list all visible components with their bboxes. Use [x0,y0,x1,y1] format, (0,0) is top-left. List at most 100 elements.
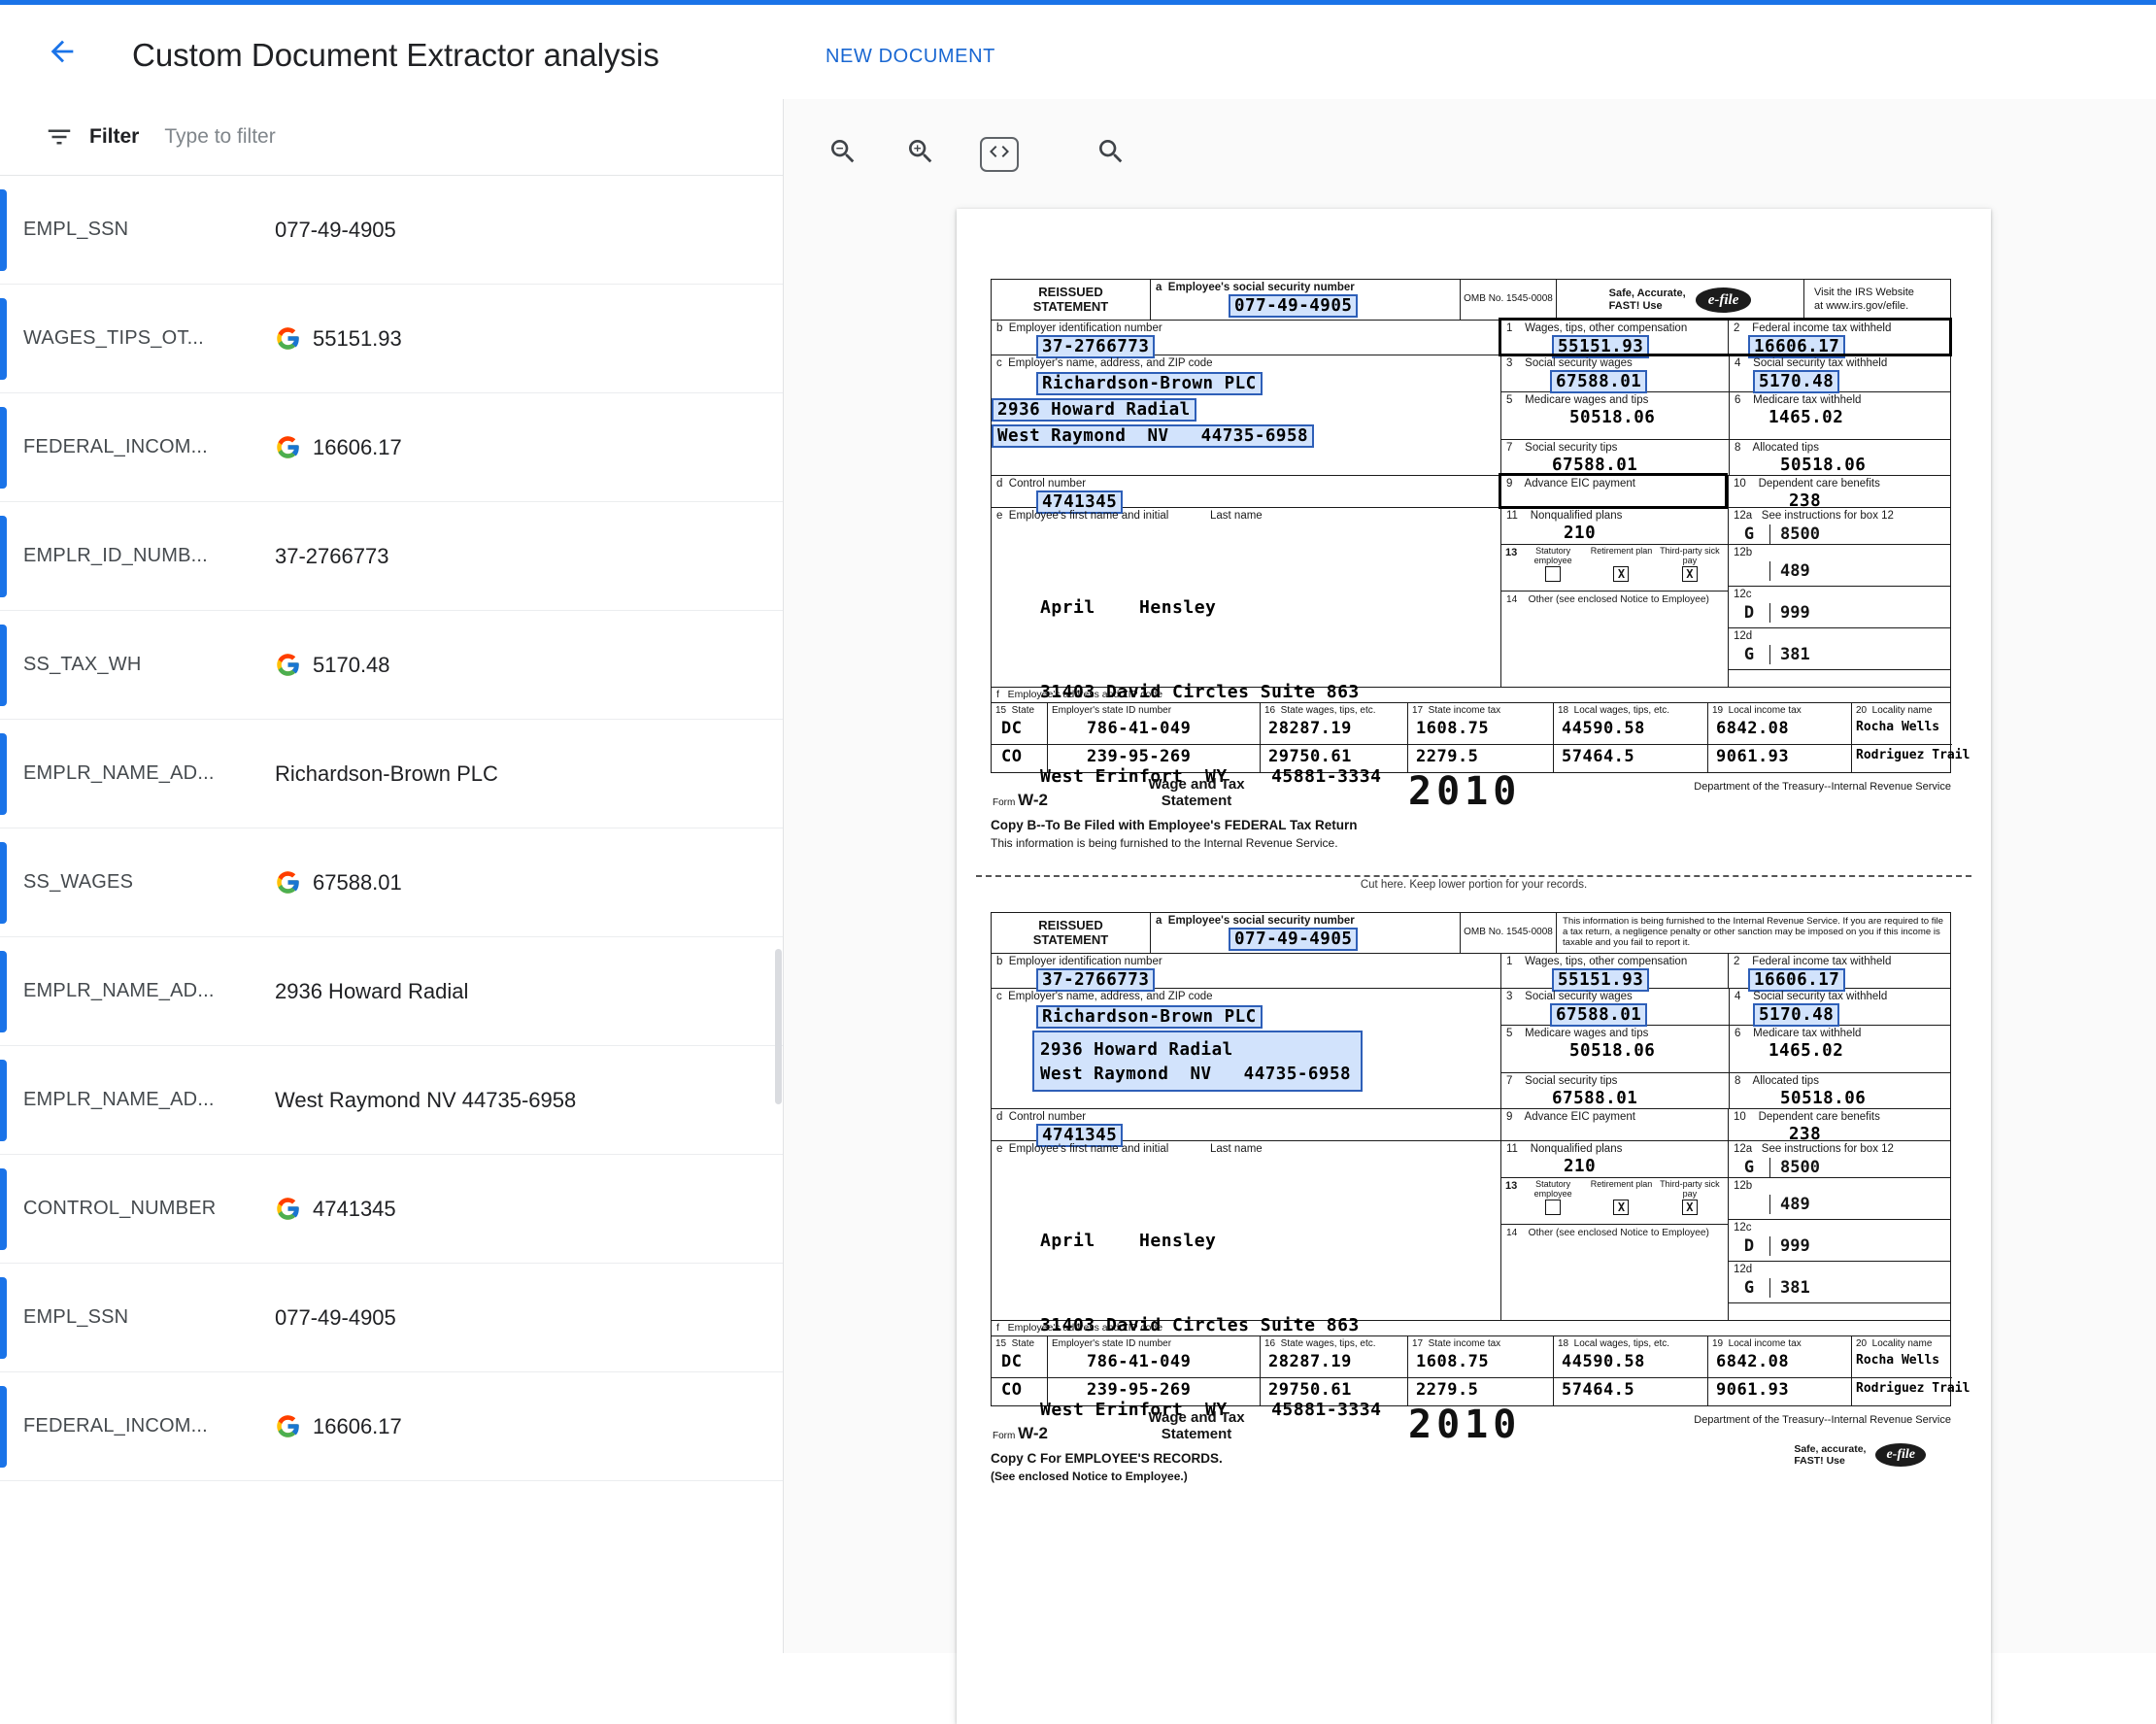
field-row[interactable]: EMPLR_NAME_AD...2936 Howard Radial [0,937,783,1046]
w2-copy-c-slot: REISSUED STATEMENT a Employee's social s… [991,912,1951,1519]
google-icon [275,1196,301,1222]
w2-label: 13 [1505,1180,1517,1192]
w2-employer-addr2-value[interactable]: West Raymond NV 44735-6958 [1040,1065,1351,1084]
w2-label: 13 [1505,547,1517,558]
document-viewer-panel: REISSUED STATEMENT a Employee's social s… [783,99,2156,1653]
w2-state-cell: Rodriguez Trail [1851,1378,1952,1405]
w2-ssn-value[interactable]: 077-49-4905 [1229,294,1358,318]
google-icon [275,1413,301,1439]
w2-employer-addr1-value[interactable]: 2936 Howard Radial [1040,1040,1233,1060]
w2-state-cell: 2279.5 [1407,1378,1553,1405]
w2-box4-value[interactable]: 5170.48 [1753,1003,1839,1027]
statutory-employee-checkbox [1545,1200,1561,1215]
w2-label: c Employer's name, address, and ZIP code [992,989,1500,1003]
w2-label: 2 Federal income tax withheld [1729,954,1950,968]
w2-state-cell: CO [992,745,1047,772]
filter-input[interactable] [164,125,572,149]
w2-box-4: 4 Social security tax withheld 5170.48 [1729,989,1950,1025]
w2-label: 9 Advance EIC payment [1501,1109,1728,1124]
w2-tax-year: 2010 [1408,1403,1521,1447]
w2-form-label: Form W-2 [993,1424,1048,1443]
w2-box12a-value: 8500 [1769,1158,1950,1177]
w2-box-5: 5 Medicare wages and tips 50518.06 [1501,392,1729,439]
viewer-toolbar [784,99,1170,209]
w2-box-14: 14 Other (see enclosed Notice to Employe… [1501,591,1728,687]
fields-scrollbar[interactable] [775,949,782,1104]
w2-employer-addr1-value[interactable]: 2936 Howard Radial [992,398,1196,422]
w2-label: 5 Medicare wages and tips [1501,392,1729,407]
field-row[interactable]: EMPLR_ID_NUMB...37-2766773 [0,502,783,611]
w2-label: 6 Medicare tax withheld [1730,1026,1950,1040]
field-accent-bar [0,733,7,815]
field-name: FEDERAL_INCOM... [23,436,266,458]
back-button[interactable] [43,34,82,73]
field-row[interactable]: EMPLR_NAME_AD...Richardson-Brown PLC [0,720,783,828]
w2-employer-addr2-value[interactable]: West Raymond NV 44735-6958 [992,424,1314,448]
field-name: FEDERAL_INCOM... [23,1415,266,1437]
google-icon [275,325,301,352]
w2-box-12b: 12b 489 [1729,1177,1950,1219]
w2-label: 15 State [992,1336,1047,1350]
field-row[interactable]: CONTROL_NUMBER 4741345 [0,1155,783,1264]
field-row[interactable]: SS_WAGES67588.01 [0,828,783,937]
field-accent-bar [0,189,7,271]
w2-label: 17 State income tax [1407,1336,1553,1350]
app-header: Custom Document Extractor analysis NEW D… [0,5,2156,99]
new-document-button[interactable]: NEW DOCUMENT [825,46,995,68]
field-row[interactable]: FEDERAL_INCOM... 16606.17 [0,393,783,502]
field-value: 55151.93 [275,325,402,352]
w2-box-4: 4 Social security tax withheld 5170.48 [1729,355,1950,391]
w2-copy-subtext: This information is being furnished to t… [991,836,1951,850]
field-row[interactable]: EMPL_SSN077-49-4905 [0,1264,783,1372]
w2-box4-value[interactable]: 5170.48 [1753,370,1839,393]
field-name: EMPLR_ID_NUMB... [23,545,266,567]
field-row[interactable]: WAGES_TIPS_OT...55151.93 [0,285,783,393]
w2-box3-value[interactable]: 67588.01 [1550,1003,1647,1027]
field-row[interactable]: EMPL_SSN077-49-4905 [0,176,783,285]
w2-ssn-value[interactable]: 077-49-4905 [1229,928,1358,951]
w2-box-d-control: d Control number 4741345 [992,1109,1500,1140]
w2-label: Last name [1205,1141,1266,1156]
w2-box-d-control: d Control number 4741345 [992,476,1500,507]
w2-efile-block: Safe, Accurate, FAST! Use e-file Visit t… [1557,280,1950,320]
w2-label: c Employer's name, address, and ZIP code [992,355,1500,370]
w2-label: 12c [1729,587,1950,601]
w2-label: Last name [1205,508,1266,523]
w2-label: Third-party sick pay [1656,547,1724,565]
w2-employer-name-value[interactable]: Richardson-Brown PLC [1036,1005,1263,1029]
zoom-out-button[interactable] [825,136,861,173]
w2-label: 1 Wages, tips, other compensation [1501,321,1728,335]
w2-employer-address-block: 2936 Howard Radial West Raymond NV 44735… [1032,1031,1363,1092]
zoom-in-icon [905,136,936,172]
w2-box3-value[interactable]: 67588.01 [1550,370,1647,393]
search-button[interactable] [1093,136,1129,173]
cut-line [976,875,1971,877]
w2-box-12a: 12a See instructions for box 12 G8500 [1729,508,1950,544]
w2-box-1: 1 Wages, tips, other compensation 55151.… [1500,321,1728,355]
field-name: SS_TAX_WH [23,654,266,676]
field-row[interactable]: EMPLR_NAME_AD...West Raymond NV 44735-69… [0,1046,783,1155]
w2-box-12b: 12b 489 [1729,544,1950,586]
field-value: West Raymond NV 44735-6958 [275,1088,576,1113]
w2-label: 6 Medicare tax withheld [1730,392,1950,407]
field-value: 16606.17 [275,434,402,460]
w2-label: 8 Allocated tips [1730,440,1950,455]
w2-label: 19 Local income tax [1707,1336,1851,1350]
w2-box-5: 5 Medicare wages and tips 50518.06 [1501,1026,1729,1072]
w2-box12b-value: 489 [1769,1195,1950,1214]
google-icon [275,869,301,896]
field-row[interactable]: FEDERAL_INCOM...16606.17 [0,1372,783,1481]
w2-label: d Control number [992,476,1500,490]
w2-state-cell: 6842.08 [1707,717,1851,745]
field-name: CONTROL_NUMBER [23,1198,266,1220]
w2-employer-name-value[interactable]: Richardson-Brown PLC [1036,372,1263,395]
w2-label: 7 Social security tips [1501,440,1729,455]
json-view-button[interactable] [980,137,1019,172]
w2-box-12c: 12c D999 [1729,1219,1950,1261]
field-row[interactable]: SS_TAX_WH5170.48 [0,611,783,720]
w2-state-cell: 9061.93 [1707,1378,1851,1405]
w2-table: REISSUED STATEMENT a Employee's social s… [991,912,1951,1406]
field-value: 4741345 [275,1196,396,1222]
w2-employee-addr1: 31403 David Circles Suite 863 [1040,1311,1381,1339]
zoom-in-button[interactable] [902,136,939,173]
